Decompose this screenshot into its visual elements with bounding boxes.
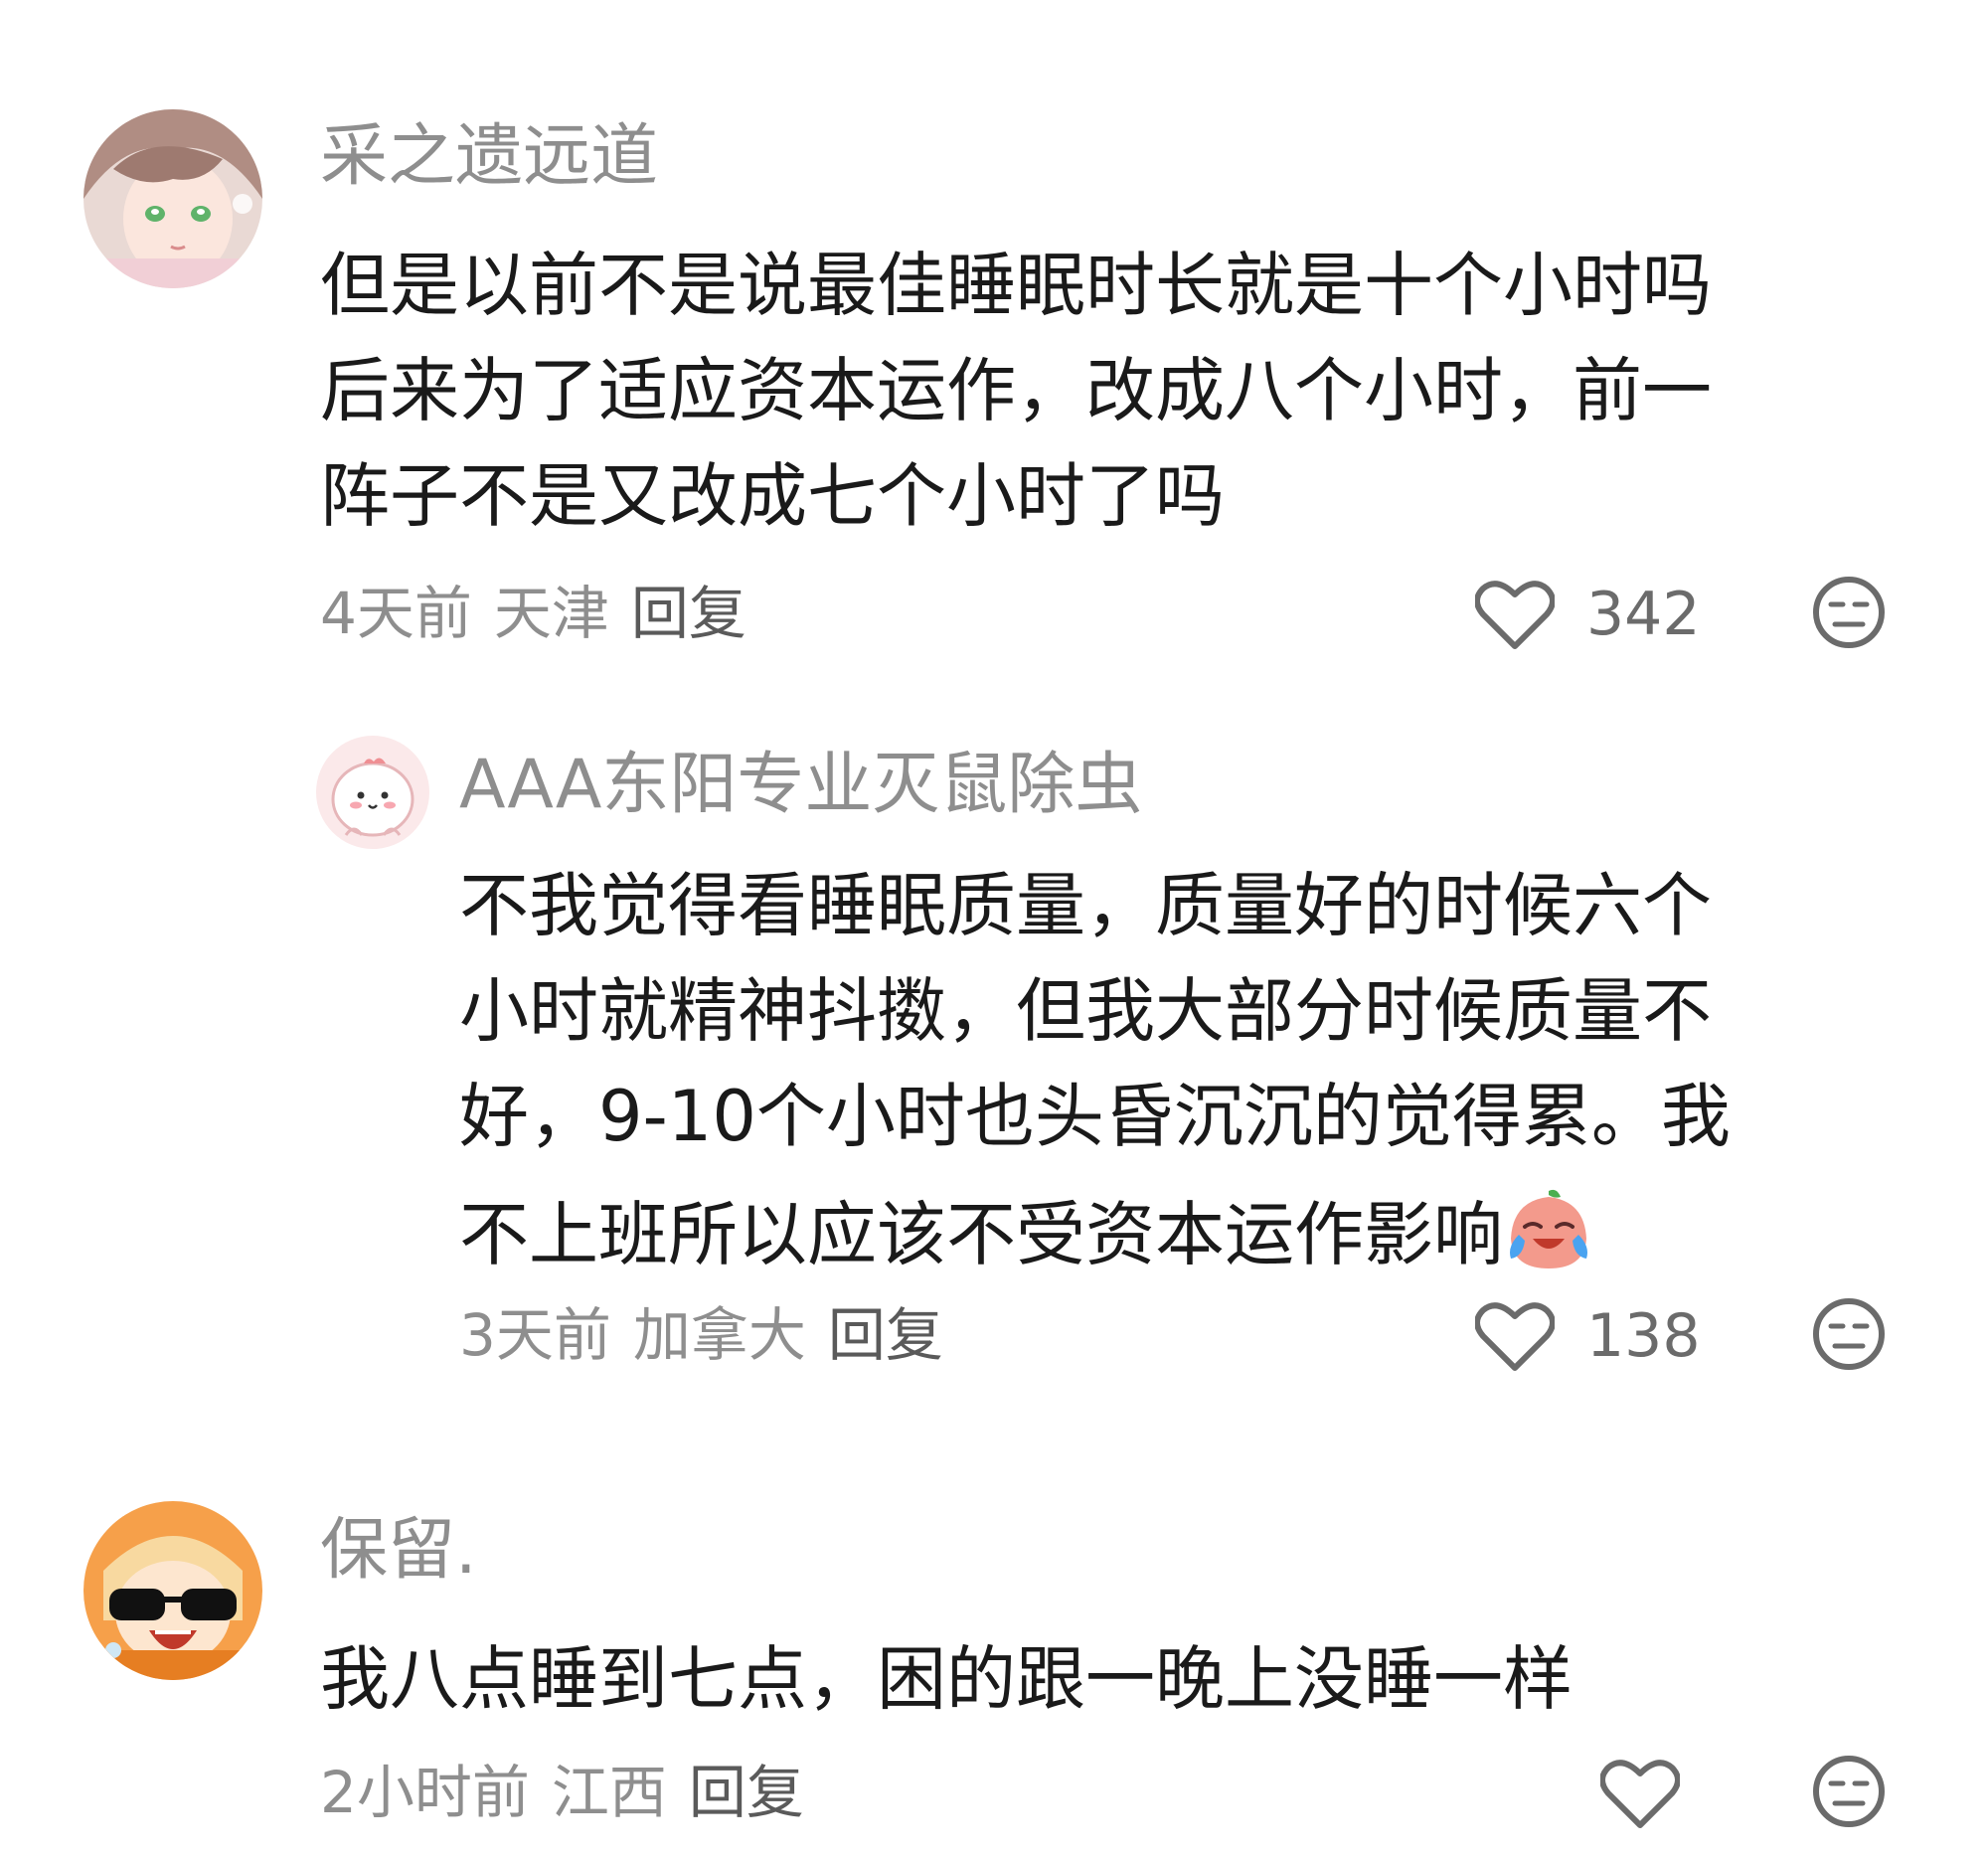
avatar-sunglasses-girl-image bbox=[83, 1501, 262, 1680]
comment-text: 但是以前不是说最佳睡眠时长就是十个小时吗 后来为了适应资本运作，改成八个小时，前… bbox=[320, 251, 1712, 567]
comment-meta: 3天前 加拿大 回复 bbox=[459, 1306, 943, 1364]
reply-comment-item: AAA东阳专业灭鼠除虫 不我觉得看睡眠质量，质量好的时候六个 小时就精神抖擞，但… bbox=[0, 696, 1988, 1392]
comment-text-line: 但是以前不是说最佳睡眠时长就是十个小时吗 bbox=[320, 245, 1712, 326]
heart-outline-icon bbox=[1475, 1302, 1555, 1371]
comment-item: 采之遗远道 但是以前不是说最佳睡眠时长就是十个小时吗 后来为了适应资本运作，改成… bbox=[0, 0, 1988, 696]
comment-time: 3天前 bbox=[459, 1301, 611, 1369]
dislike-button[interactable] bbox=[1811, 575, 1887, 654]
comment-meta: 4天前 天津 回复 bbox=[320, 585, 746, 642]
username[interactable]: 保留. bbox=[320, 1517, 477, 1585]
comment-text-line: 好，9-10个小时也头昏沉沉的觉得累。我 bbox=[459, 1076, 1731, 1157]
username[interactable]: 采之遗远道 bbox=[320, 123, 658, 191]
username[interactable]: AAA东阳专业灭鼠除虫 bbox=[459, 752, 1142, 819]
dislike-button[interactable] bbox=[1811, 1754, 1887, 1833]
meh-face-icon bbox=[1813, 577, 1885, 648]
comment-location: 加拿大 bbox=[632, 1301, 806, 1369]
comment-item: 保留. 我八点睡到七点，困的跟一晚上没睡一样 2小时前 江西 回复 bbox=[0, 1451, 1988, 1858]
comment-text-segment: 不上班所以应该不受资本运作影响 bbox=[459, 1194, 1503, 1275]
comment-time: 4天前 bbox=[320, 580, 472, 647]
meh-face-icon bbox=[1813, 1756, 1885, 1827]
comment-text-line: 不上班所以应该不受资本运作影响 bbox=[459, 1187, 1731, 1292]
comment-text-line: 我八点睡到七点，困的跟一晚上没睡一样 bbox=[320, 1638, 1573, 1720]
comment-text: 不我觉得看睡眠质量，质量好的时候六个 小时就精神抖擞，但我大部分时候质量不 好，… bbox=[459, 871, 1731, 1292]
avatar[interactable] bbox=[316, 736, 429, 849]
avatar-pink-blob-image bbox=[316, 736, 429, 849]
comment-text-line: 后来为了适应资本运作，改成八个小时，前一 bbox=[320, 350, 1712, 431]
reply-button[interactable]: 回复 bbox=[689, 1759, 804, 1826]
like-button[interactable]: 342 bbox=[1475, 579, 1701, 650]
crying-laughing-peach-emoji bbox=[1510, 1189, 1587, 1268]
reply-button[interactable]: 回复 bbox=[828, 1301, 943, 1369]
comment-meta: 2小时前 江西 回复 bbox=[320, 1764, 804, 1821]
comment-text: 我八点睡到七点，困的跟一晚上没睡一样 bbox=[320, 1644, 1573, 1750]
reply-button[interactable]: 回复 bbox=[631, 580, 746, 647]
comment-location: 江西 bbox=[551, 1759, 667, 1826]
like-button[interactable]: 138 bbox=[1475, 1300, 1701, 1372]
avatar[interactable] bbox=[83, 1501, 262, 1680]
comment-text-line: 阵子不是又改成七个小时了吗 bbox=[320, 455, 1225, 537]
meh-face-icon bbox=[1813, 1298, 1885, 1370]
like-button[interactable] bbox=[1600, 1758, 1680, 1829]
heart-outline-icon bbox=[1600, 1760, 1680, 1828]
comment-text-line: 小时就精神抖擞，但我大部分时候质量不 bbox=[459, 970, 1712, 1052]
dislike-button[interactable] bbox=[1811, 1296, 1887, 1376]
comment-location: 天津 bbox=[493, 580, 609, 647]
like-count: 342 bbox=[1586, 580, 1701, 649]
comment-time: 2小时前 bbox=[320, 1759, 530, 1826]
avatar-anime-girl-image bbox=[83, 109, 262, 288]
heart-outline-icon bbox=[1475, 581, 1555, 649]
like-count: 138 bbox=[1586, 1301, 1701, 1371]
avatar[interactable] bbox=[83, 109, 262, 288]
comment-text-line: 不我觉得看睡眠质量，质量好的时候六个 bbox=[459, 865, 1712, 946]
